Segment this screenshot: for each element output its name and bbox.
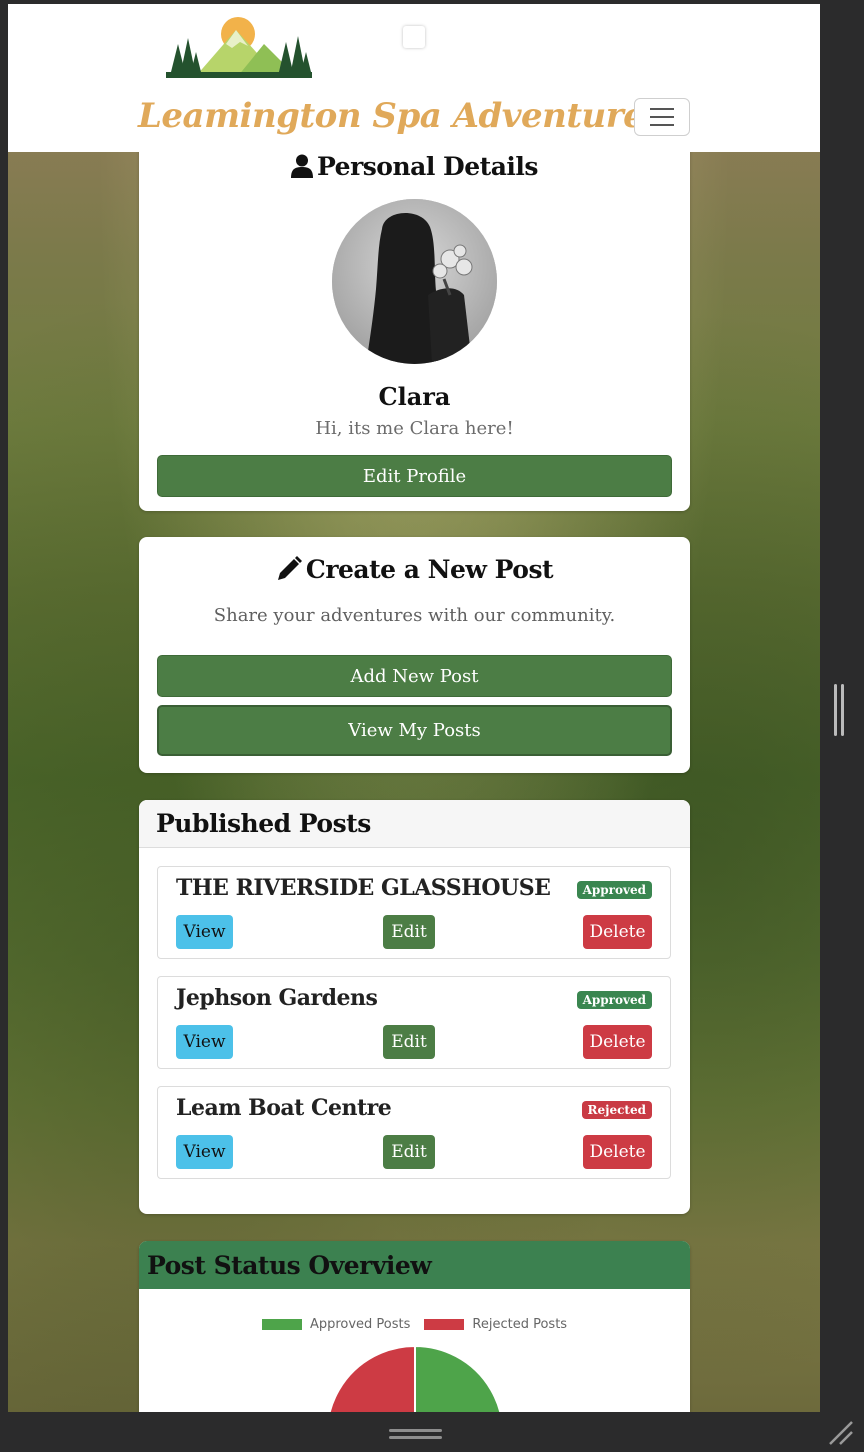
page-viewport: Leamington Spa Adventures Personal Detai… <box>8 4 820 1412</box>
legend-swatch-rejected <box>424 1319 465 1330</box>
brand-name[interactable]: Leamington Spa Adventures <box>138 96 663 136</box>
browser-frame: Leamington Spa Adventures Personal Detai… <box>0 0 864 1452</box>
personal-details-title: Personal Details <box>317 152 538 181</box>
published-posts-title: Published Posts <box>139 800 690 848</box>
status-pie-chart <box>327 1344 502 1412</box>
add-new-post-button[interactable]: Add New Post <box>157 655 672 697</box>
edit-post-button[interactable]: Edit <box>383 915 435 949</box>
post-title: THE RIVERSIDE GLASSHOUSE <box>176 875 551 901</box>
post-item: Jephson Gardens Approved View Edit Delet… <box>157 976 671 1069</box>
chart-legend: Approved Posts Rejected Posts <box>139 1317 690 1332</box>
delete-post-button[interactable]: Delete <box>583 1135 652 1169</box>
pie-slice-rejected-posts[interactable] <box>327 1344 416 1412</box>
personal-details-heading: Personal Details <box>139 152 690 181</box>
drag-handle[interactable] <box>389 1429 442 1439</box>
panel-resize-handle[interactable] <box>834 684 846 736</box>
view-post-button[interactable]: View <box>176 1025 233 1059</box>
edit-post-button[interactable]: Edit <box>383 1025 435 1059</box>
view-post-button[interactable]: View <box>176 1135 233 1169</box>
profile-name: Clara <box>378 382 451 411</box>
view-my-posts-button[interactable]: View My Posts <box>157 705 672 756</box>
mountain-sun-logo-icon[interactable] <box>166 14 312 78</box>
status-badge: Approved <box>576 991 652 1009</box>
user-icon <box>291 154 314 178</box>
legend-label-rejected: Rejected Posts <box>472 1317 568 1332</box>
legend-item-approved[interactable]: Approved Posts <box>261 1317 411 1332</box>
edit-profile-button[interactable]: Edit Profile <box>157 455 672 497</box>
post-status-overview-title: Post Status Overview <box>139 1241 690 1289</box>
create-post-card: Create a New Post Share your adventures … <box>139 537 690 773</box>
published-posts-card: Published Posts THE RIVERSIDE GLASSHOUSE… <box>139 800 690 1214</box>
post-title: Leam Boat Centre <box>176 1095 392 1121</box>
navbar: Leamington Spa Adventures <box>8 4 820 152</box>
view-post-button[interactable]: View <box>176 915 233 949</box>
edit-post-button[interactable]: Edit <box>383 1135 435 1169</box>
delete-post-button[interactable]: Delete <box>583 1025 652 1059</box>
avatar <box>332 199 497 364</box>
post-title: Jephson Gardens <box>176 985 378 1011</box>
legend-label-approved: Approved Posts <box>309 1317 411 1332</box>
post-item: Leam Boat Centre Rejected View Edit Dele… <box>157 1086 671 1179</box>
profile-bio: Hi, its me Clara here! <box>315 418 514 439</box>
hamburger-menu-icon[interactable] <box>634 98 690 136</box>
pencil-icon <box>277 556 302 580</box>
post-item: THE RIVERSIDE GLASSHOUSE Approved View E… <box>157 866 671 959</box>
resize-corner-icon[interactable] <box>826 1418 854 1446</box>
post-status-overview-card: Post Status Overview Approved Posts Reje… <box>139 1241 690 1412</box>
legend-item-rejected[interactable]: Rejected Posts <box>424 1317 567 1332</box>
personal-details-card: Personal Details Clara Hi, its me Clara … <box>139 134 690 511</box>
status-badge: Rejected <box>581 1101 652 1119</box>
create-post-subtitle: Share your adventures with our community… <box>213 605 616 626</box>
status-badge: Approved <box>576 881 652 899</box>
legend-swatch-approved <box>261 1319 302 1330</box>
delete-post-button[interactable]: Delete <box>583 915 652 949</box>
create-post-title: Create a New Post <box>305 555 554 584</box>
create-post-heading: Create a New Post <box>139 555 690 584</box>
notification-box[interactable] <box>403 26 425 48</box>
